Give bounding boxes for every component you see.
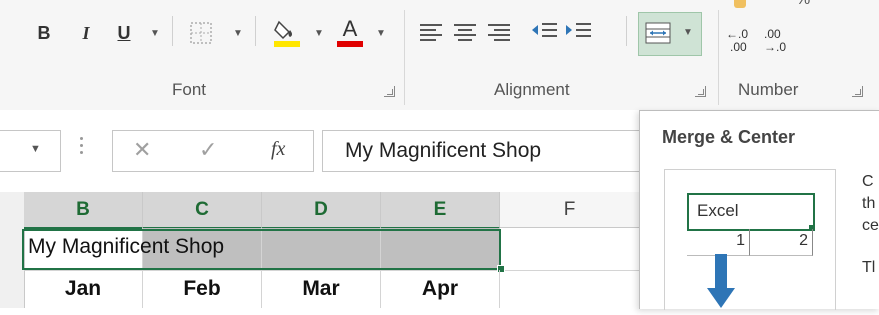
preview-value: 2 [799, 232, 808, 249]
decrease-decimal-bottom: →.0 [764, 40, 787, 54]
fill-color-dropdown-icon[interactable]: ▼ [314, 28, 324, 39]
font-color-swatch [337, 41, 363, 47]
gridline [499, 270, 500, 308]
column-header-c[interactable]: C [143, 192, 262, 229]
merge-center-dropdown-icon[interactable]: ▼ [683, 27, 693, 38]
column-header-f[interactable]: F [500, 192, 640, 228]
gridline [142, 270, 143, 308]
align-right-icon[interactable] [488, 24, 510, 42]
ribbon: B I U ▼ ▼ ▼ A ▼ Font ▼ Alignment ←.0 .00… [0, 0, 879, 111]
month-cell[interactable]: Apr [381, 270, 499, 308]
font-color-button[interactable]: A [335, 16, 365, 48]
decrease-indent-icon[interactable] [530, 20, 558, 44]
number-dialog-launcher-icon[interactable] [852, 86, 863, 97]
preview-value: 1 [736, 232, 745, 249]
month-cell[interactable]: Feb [143, 270, 261, 308]
separator [626, 16, 627, 46]
separator [255, 16, 256, 46]
preview-merged-cell: Excel [687, 193, 815, 231]
gridline [380, 270, 381, 308]
align-left-icon[interactable] [420, 24, 442, 42]
formula-content: My Magnificent Shop [345, 139, 542, 162]
bold-button[interactable]: B [32, 18, 56, 48]
column-header-b[interactable]: B [24, 192, 143, 229]
down-arrow-icon [705, 254, 737, 310]
borders-dropdown-icon[interactable]: ▼ [233, 28, 243, 39]
gridline [261, 270, 262, 308]
merge-center-icon [645, 22, 671, 44]
merge-center-button[interactable]: ▼ [638, 12, 702, 56]
desc-fragment: th [862, 195, 876, 212]
enter-icon[interactable]: ✓ [199, 137, 217, 163]
group-separator [404, 10, 405, 105]
alignment-dialog-launcher-icon[interactable] [695, 86, 706, 97]
formula-bar-area: ▼ ✕ ✓ fx My Magnificent Shop [0, 110, 654, 190]
number-group-label: Number [738, 80, 799, 99]
font-color-icon: A [342, 16, 358, 41]
desc-fragment: Tl [862, 259, 876, 276]
group-separator [718, 10, 719, 105]
font-color-dropdown-icon[interactable]: ▼ [376, 28, 386, 39]
tooltip-preview: Excel 1 2 [664, 169, 836, 310]
decrease-decimal-button[interactable]: .00 →.0 [764, 28, 800, 58]
preview-cell: 2 [750, 229, 813, 256]
name-box-dropdown-icon[interactable]: ▼ [30, 143, 41, 155]
formula-buttons-box: ✕ ✓ fx [112, 130, 314, 172]
align-center-icon[interactable] [454, 24, 476, 42]
name-box[interactable]: ▼ [0, 130, 61, 172]
separator [172, 16, 173, 46]
borders-icon[interactable] [190, 22, 212, 44]
underline-button[interactable]: U [112, 18, 136, 48]
cell-f2[interactable] [500, 228, 640, 271]
formula-input[interactable]: My Magnificent Shop [322, 130, 654, 172]
font-group-label: Font [172, 80, 207, 99]
title-cell-text: My Magnificent Shop [28, 235, 225, 258]
preview-cell-text: Excel [697, 201, 739, 220]
underline-dropdown-icon[interactable]: ▼ [150, 28, 160, 39]
italic-button[interactable]: I [74, 18, 98, 48]
preview-cell: 1 [687, 229, 750, 256]
desc-fragment: C [862, 173, 874, 190]
column-header-e[interactable]: E [381, 192, 500, 229]
tooltip-description: C th ce Tl [862, 171, 879, 279]
column-header-d[interactable]: D [262, 192, 381, 229]
font-dialog-launcher-icon[interactable] [384, 86, 395, 97]
percent-style-button[interactable]: % [796, 0, 810, 9]
insert-function-icon[interactable]: fx [271, 138, 285, 161]
increase-decimal-bottom: .00 [730, 40, 747, 54]
cancel-icon[interactable]: ✕ [133, 137, 151, 163]
month-cell[interactable]: Mar [262, 270, 380, 308]
merge-center-tooltip: Merge & Center Excel 1 2 C th ce Tl [639, 110, 879, 310]
desc-fragment: ce [862, 217, 879, 234]
increase-decimal-button[interactable]: ←.0 .00 [726, 28, 762, 58]
currency-icon[interactable] [734, 0, 746, 8]
month-cell[interactable]: Jan [24, 270, 142, 308]
increase-indent-icon[interactable] [564, 20, 592, 44]
tooltip-title: Merge & Center [662, 127, 796, 147]
alignment-group-label: Alignment [494, 80, 570, 99]
fill-color-icon[interactable] [272, 16, 302, 48]
resize-handle-icon[interactable] [80, 137, 84, 161]
